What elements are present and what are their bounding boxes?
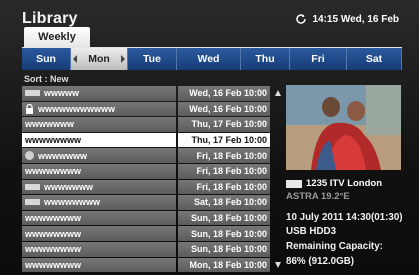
recording-date: Sat, 18 Feb 10:00 <box>178 195 270 210</box>
recording-name: wwwwwwww <box>44 197 101 208</box>
recording-date: Sun, 18 Feb 10:00 <box>178 226 270 241</box>
recording-name: wwwwwwww <box>25 259 82 270</box>
recording-row[interactable]: wwwwwwww Thu, 17 Feb 10:00 <box>22 132 274 148</box>
recording-row[interactable]: wwwwwww Fri, 18 Feb 10:00 <box>22 148 274 163</box>
recording-name-cell: wwwwwwww <box>22 257 176 273</box>
recording-row[interactable]: wwwwwwww Mon, 18 Feb 10:00 <box>22 257 274 273</box>
recording-name: wwwwwww <box>44 181 94 192</box>
day-label: Mon <box>88 53 110 65</box>
recording-row[interactable]: wwwwwww Fri, 18 Feb 10:00 <box>22 179 274 195</box>
day-selector: Sun Mon Tue Wed Thu Fri Sat <box>22 47 402 70</box>
day-tab-fri[interactable]: Fri <box>290 48 347 70</box>
record-icon <box>25 199 40 206</box>
recording-name-cell: wwwwwwww <box>22 226 176 241</box>
sort-label: Sort : New <box>24 74 69 84</box>
recording-date: Sun, 18 Feb 10:00 <box>178 241 270 257</box>
channel-icon <box>286 179 302 188</box>
arrow-right-icon[interactable] <box>121 55 125 63</box>
channel-info: 1235 ITV London <box>286 178 382 189</box>
recording-row[interactable]: wwwwwwwwwww Wed, 16 Feb 10:00 <box>22 101 274 117</box>
recording-name-cell: wwwwwww <box>22 148 176 163</box>
recording-date: Fri, 18 Feb 10:00 <box>178 163 270 179</box>
recording-row[interactable]: wwwww Wed, 16 Feb 10:00 <box>22 86 274 101</box>
recording-date: Thu, 17 Feb 10:00 <box>178 117 270 132</box>
clock: 14:15 Wed, 16 Feb <box>295 13 399 25</box>
tab-weekly[interactable]: Weekly <box>24 27 90 47</box>
recording-name: wwwwwww <box>25 119 75 130</box>
recording-name: wwwwwwww <box>25 244 82 255</box>
recording-name-cell: wwwwwwww <box>22 132 176 148</box>
recording-name-cell: wwwww <box>22 86 176 101</box>
recording-row[interactable]: wwwwwwww Sat, 18 Feb 10:00 <box>22 195 274 210</box>
day-tab-wed[interactable]: Wed <box>177 48 241 70</box>
recording-name-cell: wwwwwwwwwww <box>22 101 176 117</box>
recording-date: Thu, 17 Feb 10:00 <box>178 132 270 148</box>
recording-name-cell: wwwwwwww <box>22 195 176 210</box>
refresh-icon <box>295 13 307 25</box>
capacity-label: Remaining Capacity: <box>286 241 383 252</box>
recordings-list: wwwww Wed, 16 Feb 10:00 wwwwwwwwwww Wed, 16… <box>22 86 274 273</box>
day-tab-thu[interactable]: Thu <box>241 48 290 70</box>
clock-text: 14:15 Wed, 16 Feb <box>312 13 399 25</box>
record-icon <box>25 90 40 97</box>
recording-date: Wed, 16 Feb 10:00 <box>178 101 270 117</box>
recording-row[interactable]: wwwwwwww Sun, 18 Feb 10:00 <box>22 241 274 257</box>
day-label: Fri <box>311 53 325 65</box>
record-icon <box>25 183 40 190</box>
library-screen: Library 14:15 Wed, 16 Feb Weekly Sun Mon T… <box>0 0 419 275</box>
recording-date: Wed, 16 Feb 10:00 <box>178 86 270 101</box>
satellite-name: ASTRA 19.2°E <box>286 191 350 202</box>
recording-name: wwwwwwwwwww <box>38 103 116 114</box>
recording-name-cell: wwwwwww <box>22 179 176 195</box>
storage-device: USB HDD3 <box>286 226 337 237</box>
recording-name: wwwwwwww <box>25 135 82 146</box>
recording-date: Fri, 18 Feb 10:00 <box>178 148 270 163</box>
dot-icon <box>25 151 34 161</box>
lock-icon <box>25 103 34 114</box>
recording-name: wwwww <box>44 88 80 99</box>
channel-name: 1235 ITV London <box>306 178 383 189</box>
day-label: Sun <box>36 53 56 65</box>
video-preview <box>286 85 401 170</box>
day-tab-sat[interactable]: Sat <box>347 48 402 70</box>
recording-name: wwwwwwww <box>25 166 82 177</box>
scroll-up-arrow-icon[interactable] <box>275 90 281 96</box>
recording-date: Fri, 18 Feb 10:00 <box>178 179 270 195</box>
recording-name: wwwwwwww <box>25 213 82 224</box>
day-tab-tue[interactable]: Tue <box>128 48 177 70</box>
recording-row[interactable]: wwwwwww Thu, 17 Feb 10:00 <box>22 117 274 132</box>
day-label: Wed <box>197 53 220 65</box>
recording-name: wwwwwww <box>38 150 88 161</box>
recording-date: Sun, 18 Feb 10:00 <box>178 210 270 226</box>
recording-name: wwwwwwww <box>25 228 82 239</box>
recording-row[interactable]: wwwwwwww Sun, 18 Feb 10:00 <box>22 210 274 226</box>
recording-row[interactable]: wwwwwwww Fri, 18 Feb 10:00 <box>22 163 274 179</box>
day-label: Tue <box>143 53 161 65</box>
recording-name-cell: wwwwwww <box>22 117 176 132</box>
arrow-left-icon[interactable] <box>73 55 77 63</box>
scroll-down-arrow-icon[interactable] <box>275 262 281 268</box>
recording-name-cell: wwwwwwww <box>22 210 176 226</box>
day-label: Sat <box>365 53 383 65</box>
day-tab-mon[interactable]: Mon <box>71 48 128 70</box>
recording-name-cell: wwwwwwww <box>22 163 176 179</box>
recording-name-cell: wwwwwwww <box>22 241 176 257</box>
recording-datetime: 10 July 2011 14:30(01:30) <box>286 212 403 223</box>
day-label: Thu <box>255 53 275 65</box>
page-title: Library <box>22 10 78 27</box>
recording-row[interactable]: wwwwwwww Sun, 18 Feb 10:00 <box>22 226 274 241</box>
recording-date: Mon, 18 Feb 10:00 <box>178 257 270 273</box>
day-tab-sun[interactable]: Sun <box>22 48 71 70</box>
capacity-value: 86% (912.0GB) <box>286 256 355 267</box>
